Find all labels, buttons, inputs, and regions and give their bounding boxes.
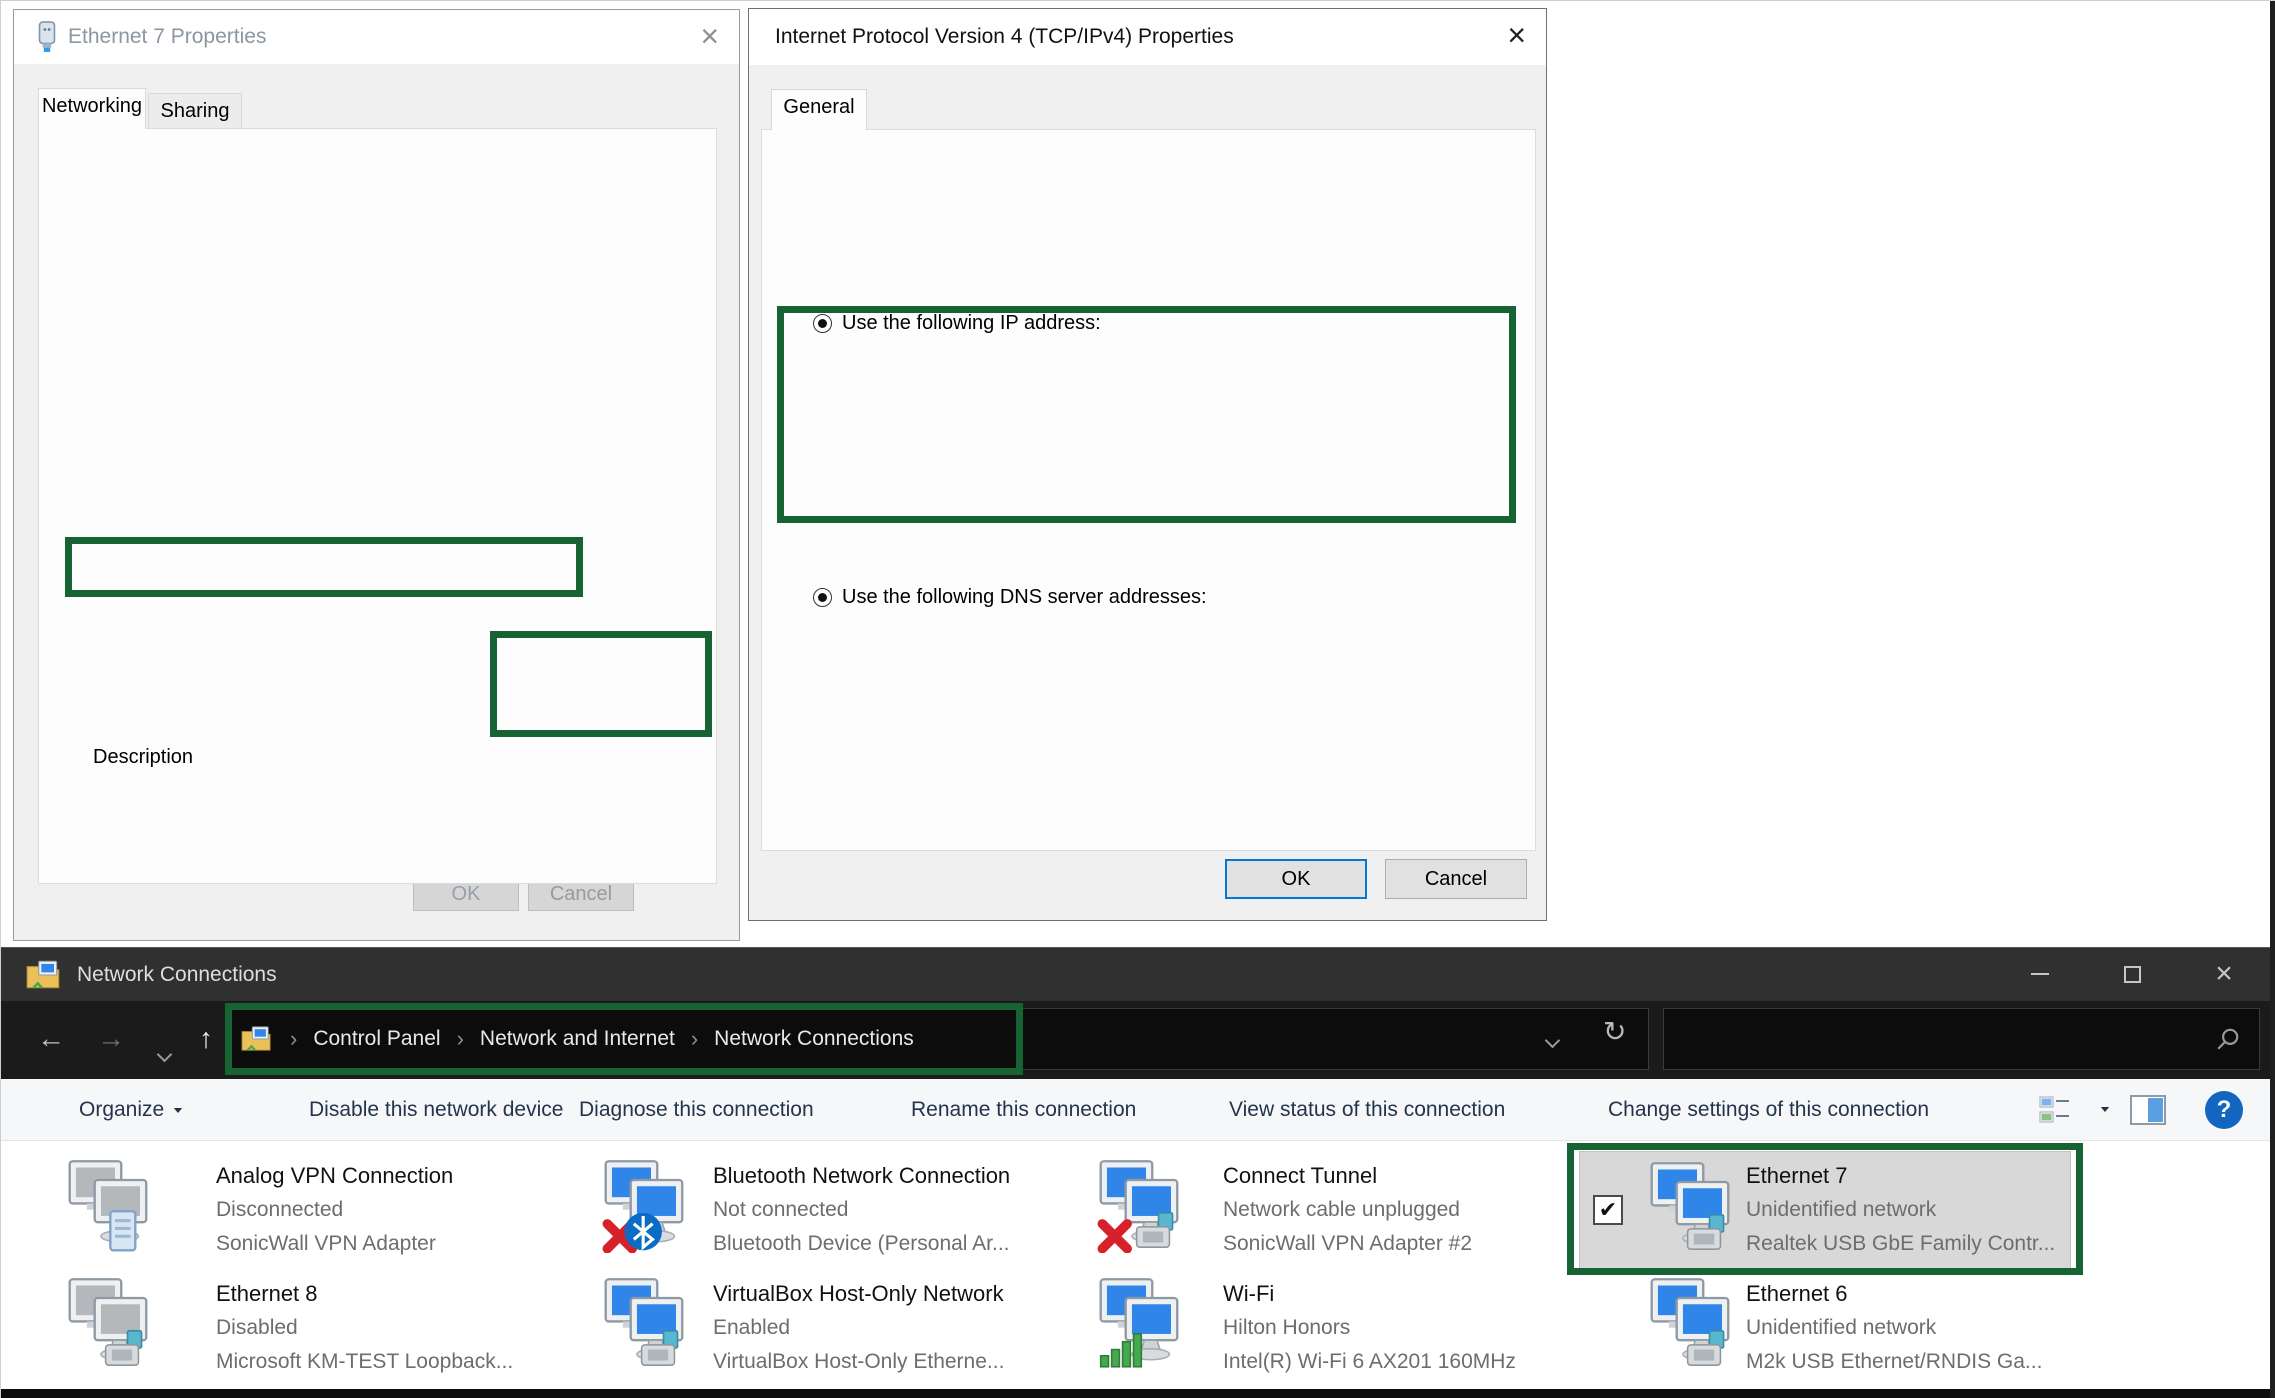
tab-networking[interactable]: Networking	[38, 88, 146, 129]
address-dropdown-chevron-icon[interactable]	[1547, 1033, 1558, 1051]
connection-name[interactable]: Ethernet 6	[1746, 1281, 1848, 1307]
connection-icon-tunnel	[1096, 1157, 1196, 1253]
tab-general[interactable]: General	[771, 89, 867, 130]
network-connections-icon	[25, 959, 63, 991]
radio-use-dns[interactable]	[813, 588, 832, 607]
connection-icon-wifi	[1096, 1275, 1196, 1371]
breadcrumb-separator: ›	[290, 1026, 297, 1052]
connection-status: Hilton Honors	[1223, 1316, 1350, 1340]
connection-name[interactable]: Ethernet 8	[216, 1281, 318, 1307]
connection-icon-ethernet8	[65, 1275, 165, 1371]
view-options-icon[interactable]	[2039, 1095, 2073, 1125]
radio-use-ip[interactable]	[813, 314, 832, 333]
window-title: Network Connections	[77, 963, 277, 987]
cancel-button[interactable]: Cancel	[1385, 859, 1527, 899]
organize-menu[interactable]: Organize	[79, 1079, 184, 1141]
preview-pane-icon[interactable]	[2129, 1095, 2167, 1125]
connection-status: Unidentified network	[1746, 1198, 1936, 1222]
breadcrumb-separator: ›	[691, 1026, 698, 1052]
up-icon[interactable]: ↑	[199, 1023, 213, 1055]
radio-use-ip-label: Use the following IP address:	[842, 312, 1101, 335]
connection-name[interactable]: Analog VPN Connection	[216, 1163, 453, 1189]
close-button[interactable]: ×	[2188, 947, 2260, 1001]
connection-device: SonicWall VPN Adapter	[216, 1232, 436, 1256]
connection-status: Network cable unplugged	[1223, 1198, 1460, 1222]
connection-icon-virtualbox	[601, 1275, 701, 1371]
recent-pages-chevron-icon[interactable]	[159, 1035, 170, 1067]
toolbar-view-status[interactable]: View status of this connection	[1229, 1079, 1505, 1141]
connection-icon-vpn	[65, 1157, 165, 1253]
forward-icon[interactable]: →	[97, 1023, 125, 1055]
radio-use-dns-row: Use the following DNS server addresses:	[805, 586, 1215, 609]
connection-device: Microsoft KM-TEST Loopback...	[216, 1350, 513, 1374]
radio-use-ip-row: Use the following IP address:	[805, 312, 1109, 335]
connection-status: Enabled	[713, 1316, 790, 1340]
connection-status: Disconnected	[216, 1198, 343, 1222]
close-icon[interactable]: ×	[1507, 15, 1526, 55]
tab-sharing[interactable]: Sharing	[148, 93, 242, 129]
address-bar[interactable]: › Control Panel › Network and Internet ›…	[225, 1008, 1649, 1070]
ok-button[interactable]: OK	[1225, 859, 1367, 899]
connection-name[interactable]: Ethernet 7	[1746, 1163, 1848, 1189]
view-options-caret-icon[interactable]	[2101, 1107, 2109, 1112]
back-icon[interactable]: ←	[37, 1023, 65, 1055]
toolbar-change-settings[interactable]: Change settings of this connection	[1608, 1079, 1929, 1141]
dialog-title: Ethernet 7 Properties	[68, 25, 266, 49]
network-connections-window: Network Connections × ← → ↑ › Control Pa…	[1, 947, 2275, 1398]
connection-status: Not connected	[713, 1198, 848, 1222]
screenshot-canvas: Ethernet 7 Properties × Networking Shari…	[0, 0, 2275, 1398]
ethernet-dialog-titlebar: Ethernet 7 Properties ×	[14, 10, 739, 64]
ethernet-properties-dialog: Ethernet 7 Properties × Networking Shari…	[13, 9, 740, 941]
connection-device: Realtek USB GbE Family Contr...	[1746, 1232, 2055, 1256]
navigation-bar: ← → ↑ › Control Panel › Network and Inte…	[1, 1001, 2275, 1079]
radio-use-dns-label: Use the following DNS server addresses:	[842, 586, 1207, 609]
network-plug-icon	[34, 21, 60, 53]
connection-status: Unidentified network	[1746, 1316, 1936, 1340]
toolbar-rename-connection[interactable]: Rename this connection	[911, 1079, 1136, 1141]
command-toolbar: Organize Disable this network device Dia…	[1, 1079, 2275, 1141]
dialog-title: Internet Protocol Version 4 (TCP/IPv4) P…	[775, 25, 1234, 49]
connection-device: Bluetooth Device (Personal Ar...	[713, 1232, 1010, 1256]
help-button[interactable]: ?	[2205, 1091, 2243, 1129]
close-icon[interactable]: ×	[700, 16, 719, 56]
connection-icon-ethernet7	[1647, 1159, 1747, 1255]
connection-device: VirtualBox Host-Only Etherne...	[713, 1350, 1004, 1374]
minimize-button[interactable]	[2004, 947, 2076, 1001]
toolbar-diagnose-connection[interactable]: Diagnose this connection	[579, 1079, 814, 1141]
connection-icon-ethernet6	[1647, 1275, 1747, 1371]
connection-name[interactable]: Connect Tunnel	[1223, 1163, 1377, 1189]
search-box[interactable]	[1663, 1008, 2260, 1070]
refresh-icon[interactable]: ↻	[1603, 1015, 1626, 1048]
connection-device: SonicWall VPN Adapter #2	[1223, 1232, 1472, 1256]
connection-name[interactable]: VirtualBox Host-Only Network	[713, 1281, 1004, 1307]
breadcrumb-network-and-internet[interactable]: Network and Internet	[480, 1027, 675, 1051]
maximize-button[interactable]	[2096, 947, 2168, 1001]
connection-device: M2k USB Ethernet/RNDIS Ga...	[1746, 1350, 2042, 1374]
selected-checkbox[interactable]: ✔	[1593, 1195, 1623, 1225]
ipv4-properties-dialog: Internet Protocol Version 4 (TCP/IPv4) P…	[748, 8, 1547, 921]
connection-name[interactable]: Wi-Fi	[1223, 1281, 1274, 1307]
folder-network-icon	[240, 1025, 274, 1053]
ipv4-dialog-titlebar: Internet Protocol Version 4 (TCP/IPv4) P…	[749, 9, 1546, 65]
breadcrumb-network-connections[interactable]: Network Connections	[714, 1027, 914, 1051]
dropdown-caret-icon	[174, 1108, 182, 1113]
network-window-titlebar: Network Connections	[1, 947, 2275, 1001]
breadcrumb-separator: ›	[457, 1026, 464, 1052]
toolbar-disable-device[interactable]: Disable this network device	[309, 1079, 563, 1141]
description-label: Description	[85, 746, 201, 769]
networking-tab-page	[38, 128, 717, 884]
general-tab-page	[761, 129, 1536, 851]
connection-icon-bluetooth	[601, 1157, 701, 1253]
screenshot-right-edge	[2270, 1, 2275, 1398]
screenshot-bottom-edge	[1, 1389, 2275, 1398]
connection-status: Disabled	[216, 1316, 298, 1340]
connection-device: Intel(R) Wi-Fi 6 AX201 160MHz	[1223, 1350, 1516, 1374]
breadcrumb-control-panel[interactable]: Control Panel	[313, 1027, 440, 1051]
connection-name[interactable]: Bluetooth Network Connection	[713, 1163, 1010, 1189]
search-icon	[2215, 1026, 2241, 1052]
